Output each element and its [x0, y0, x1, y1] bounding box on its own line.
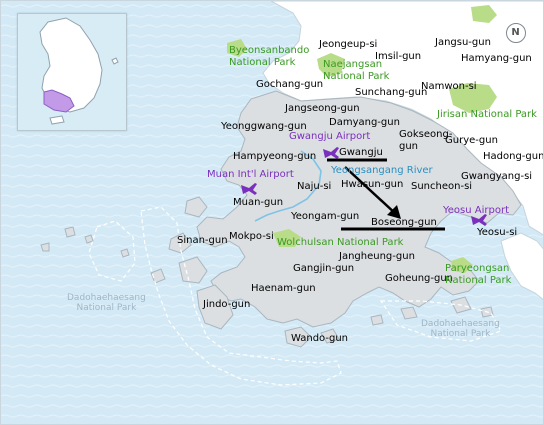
label-namwon: Namwon-si	[421, 81, 477, 92]
label-muan: Muan-gun	[233, 197, 284, 208]
label-damyang: Damyang-gun	[329, 117, 400, 128]
label-yeongam: Yeongam-gun	[291, 211, 360, 222]
compass-icon: N	[506, 23, 526, 43]
label-sinan: Sinan-gun	[177, 235, 228, 246]
label-dadohae-west: Dadohaehaesang National Park	[67, 293, 146, 313]
label-hwasun: Hwasun-gun	[341, 179, 404, 190]
inset-locator-map[interactable]	[17, 13, 127, 131]
island	[370, 314, 384, 326]
label-hamyang: Hamyang-gun	[461, 53, 532, 64]
island	[120, 248, 130, 258]
island	[64, 226, 76, 238]
island	[84, 234, 94, 244]
label-gwangju-airport[interactable]: Gwangju Airport	[289, 131, 370, 143]
label-jangseong: Jangseong-gun	[285, 103, 360, 114]
label-yeongsangang-river: Yeongsangang River	[331, 165, 433, 176]
label-hadong: Hadong-gun	[483, 151, 544, 162]
label-jindo: Jindo-gun	[203, 299, 251, 310]
label-naju: Naju-si	[297, 181, 332, 192]
label-haenam: Haenam-gun	[251, 283, 316, 294]
label-yeosu-airport[interactable]: Yeosu Airport	[443, 205, 509, 217]
korea-peninsula-icon	[18, 14, 126, 130]
compass-label: N	[511, 27, 520, 38]
label-yeosu: Yeosu-si	[477, 227, 518, 238]
label-naejangsan-park: Naejangsan National Park	[323, 59, 390, 82]
label-gwangyang: Gwangyang-si	[461, 171, 533, 182]
label-gurye: Gurye-gun	[445, 135, 498, 146]
label-paryeongsan-park: Paryeongsan National Park	[445, 263, 512, 286]
regional-map[interactable]: Jeongeup-si Jangsu-gun Imsil-gun Hamyang…	[0, 0, 544, 425]
label-hampyeong: Hampyeong-gun	[233, 151, 317, 162]
label-gochang: Gochang-gun	[256, 79, 324, 90]
label-dadohae-south: Dadohaehaesang National Park	[421, 319, 500, 339]
label-jeongeup: Jeongeup-si	[319, 39, 378, 50]
label-jirisan-park: Jirisan National Park	[437, 109, 537, 120]
label-mokpo: Mokpo-si	[229, 231, 274, 242]
label-byeonsan-park: Byeonsanbando National Park	[229, 45, 310, 68]
label-gangjin: Gangjin-gun	[293, 263, 355, 274]
label-wolchulsan-park: Wolchulsan National Park	[277, 237, 404, 248]
label-wando: Wando-gun	[291, 333, 348, 344]
label-gwangju: Gwangju	[339, 147, 383, 158]
label-sunchang: Sunchang-gun	[355, 87, 428, 98]
label-muan-airport[interactable]: Muan Int'l Airport	[207, 169, 294, 181]
label-boseong: Boseong-gun	[371, 217, 437, 228]
label-goheung: Goheung-gun	[385, 273, 454, 284]
label-jangheung: Jangheung-gun	[339, 251, 415, 262]
island	[40, 242, 50, 252]
label-jangsu: Jangsu-gun	[435, 37, 491, 48]
